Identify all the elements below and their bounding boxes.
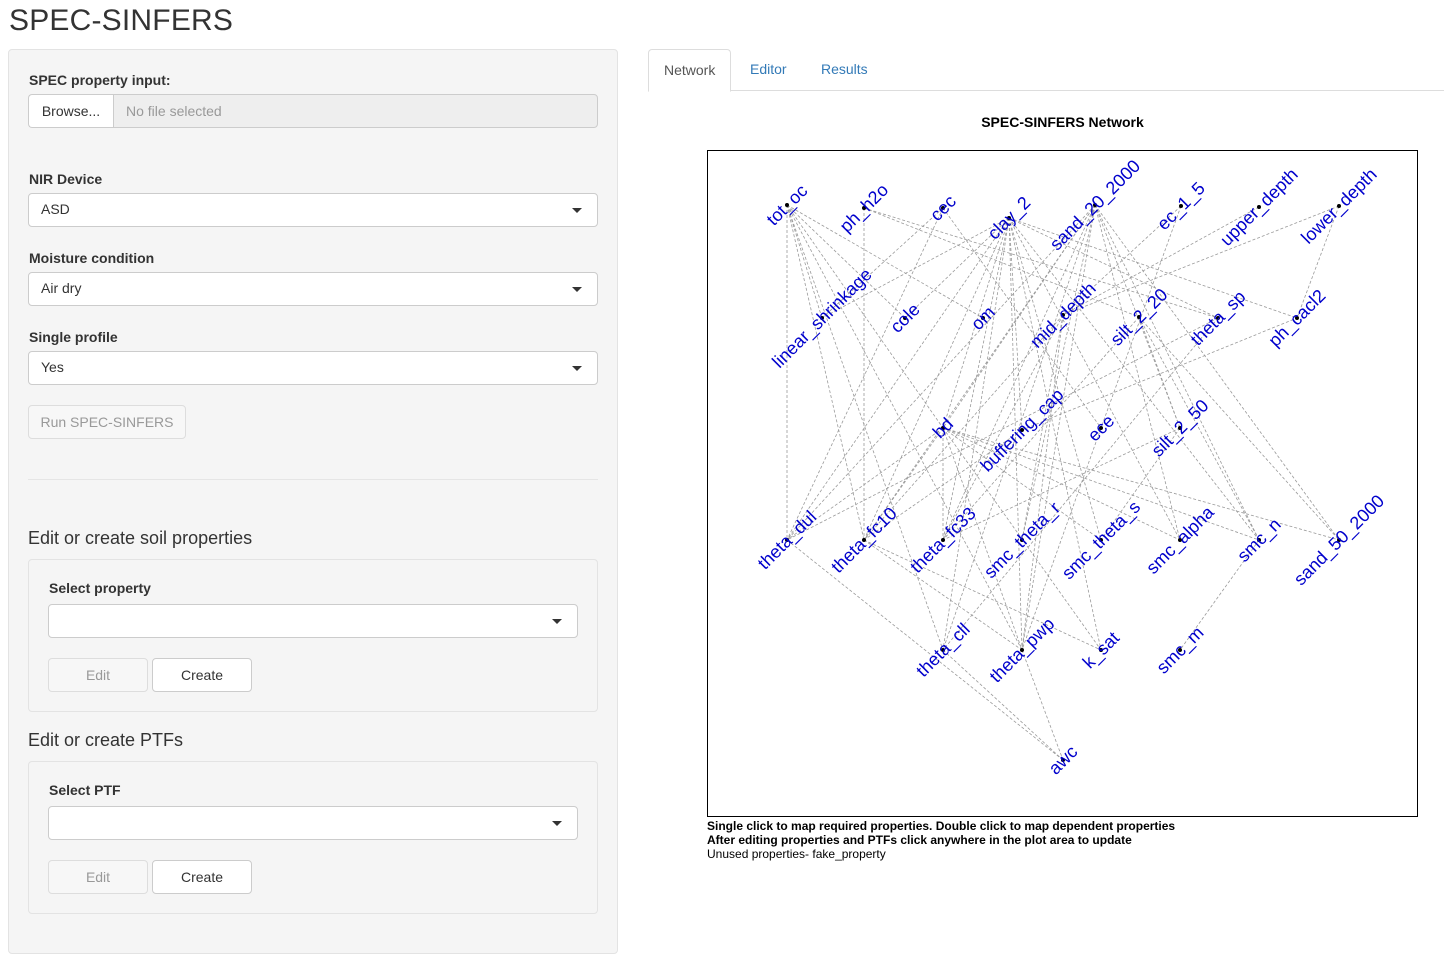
- divider: [28, 479, 598, 480]
- file-input-label: SPEC property input:: [29, 72, 171, 88]
- network-plot[interactable]: tot_oc ph_h2o cec clay_2 sand_20_2000 ec_1_5 u…: [707, 150, 1418, 818]
- moisture-label: Moisture condition: [29, 250, 155, 266]
- create-ptf-button[interactable]: Create: [152, 860, 252, 894]
- ptfs-panel: Select PTF Edit Create: [28, 761, 598, 914]
- app-title: SPEC-SINFERS: [9, 4, 234, 37]
- run-button[interactable]: Run SPEC-SINFERS: [28, 405, 186, 439]
- moisture-select[interactable]: Air dry: [28, 272, 598, 306]
- plot-title: SPEC-SINFERS Network: [981, 114, 1144, 130]
- browse-button[interactable]: Browse...: [28, 94, 113, 128]
- ptf-select[interactable]: [48, 806, 578, 840]
- select-ptf-label: Select PTF: [49, 782, 121, 798]
- tab-network[interactable]: Network: [648, 49, 732, 92]
- single-profile-label: Single profile: [29, 329, 118, 345]
- property-select[interactable]: [48, 604, 578, 638]
- chevron-down-icon: [552, 821, 562, 826]
- edit-ptf-button[interactable]: Edit: [48, 860, 148, 894]
- file-input-group: Browse... No file selected: [28, 94, 598, 128]
- nir-device-value: ASD: [41, 201, 70, 217]
- tab-editor[interactable]: Editor: [735, 49, 802, 91]
- chevron-down-icon: [572, 366, 582, 371]
- sidebar-panel: SPEC property input: Browse... No file s…: [8, 49, 618, 954]
- main-tabs: Network Editor Results: [648, 49, 1444, 92]
- plot-info-update: After editing properties and PTFs click …: [707, 833, 1132, 847]
- create-property-button[interactable]: Create: [152, 658, 252, 692]
- nir-device-select[interactable]: ASD: [28, 193, 598, 227]
- moisture-value: Air dry: [41, 280, 82, 296]
- single-profile-select[interactable]: Yes: [28, 351, 598, 385]
- file-name-field[interactable]: No file selected: [113, 94, 598, 128]
- chevron-down-icon: [572, 287, 582, 292]
- tab-results[interactable]: Results: [806, 49, 883, 91]
- soil-properties-panel: Select property Edit Create: [28, 559, 598, 712]
- plot-info-unused: Unused properties- fake_property: [707, 847, 886, 861]
- chevron-down-icon: [572, 208, 582, 213]
- nir-device-label: NIR Device: [29, 171, 103, 187]
- single-profile-value: Yes: [41, 359, 64, 375]
- ptfs-heading: Edit or create PTFs: [28, 730, 184, 750]
- chevron-down-icon: [552, 619, 562, 624]
- select-property-label: Select property: [49, 580, 151, 596]
- edit-property-button[interactable]: Edit: [48, 658, 148, 692]
- plot-info-click: Single click to map required properties.…: [707, 819, 1176, 833]
- soil-properties-heading: Edit or create soil properties: [28, 528, 253, 548]
